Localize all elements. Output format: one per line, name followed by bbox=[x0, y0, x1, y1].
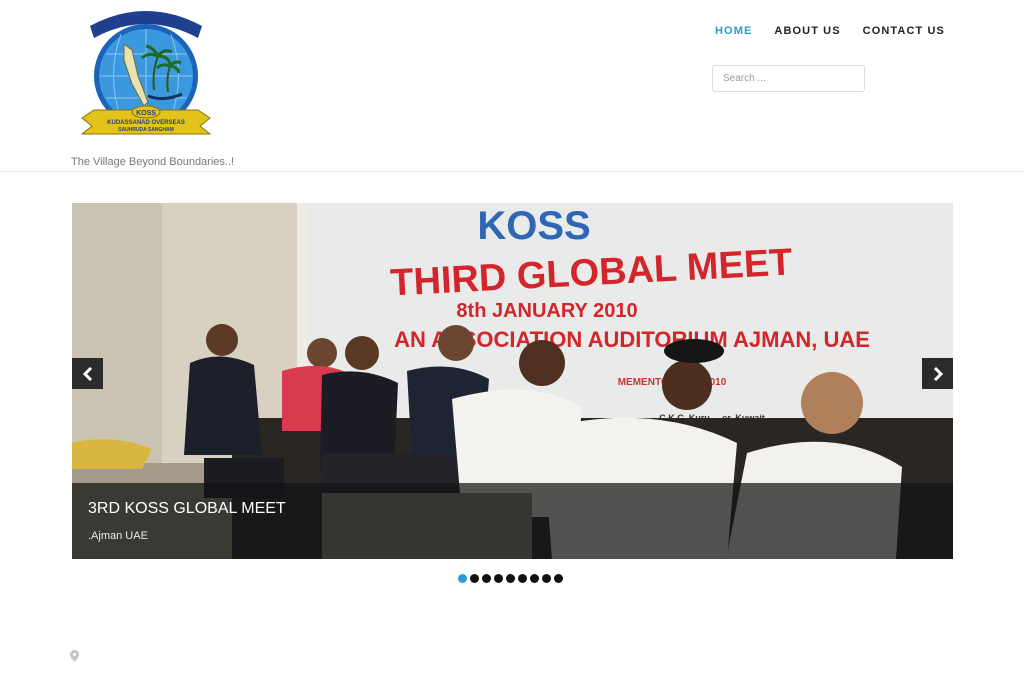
slide-caption: 3RD KOSS GLOBAL MEET .Ajman UAE bbox=[72, 483, 953, 559]
slider-dot[interactable] bbox=[542, 574, 551, 583]
slide-caption-title: 3RD KOSS GLOBAL MEET bbox=[88, 500, 286, 517]
slider-prev-button[interactable] bbox=[72, 358, 103, 389]
slider-pagination bbox=[458, 574, 563, 583]
banner-date-text: 8th JANUARY 2010 bbox=[456, 300, 637, 322]
site-header: KOSS KUDASSANAD OVERSEAS SAUHRUDA SANGHA… bbox=[0, 0, 1024, 172]
nav-about-link[interactable]: ABOUT US bbox=[774, 25, 840, 37]
image-slider: KOSS THIRD GLOBAL MEET 8th JANUARY 2010 … bbox=[72, 203, 953, 559]
svg-text:KUDASSANAD OVERSEAS: KUDASSANAD OVERSEAS bbox=[107, 120, 185, 126]
slider-dot[interactable] bbox=[554, 574, 563, 583]
search-input[interactable] bbox=[712, 65, 865, 92]
slider-dot[interactable] bbox=[458, 574, 467, 583]
site-tagline: The Village Beyond Boundaries..! bbox=[71, 156, 235, 168]
slider-dot[interactable] bbox=[518, 574, 527, 583]
slide-caption-subtitle: .Ajman UAE bbox=[88, 530, 148, 542]
svg-text:SAUHRUDA SANGHAM: SAUHRUDA SANGHAM bbox=[118, 127, 174, 133]
koss-logo[interactable]: KOSS KUDASSANAD OVERSEAS SAUHRUDA SANGHA… bbox=[76, 4, 216, 152]
slider-dot[interactable] bbox=[470, 574, 479, 583]
chevron-left-icon bbox=[82, 366, 92, 381]
nav-home-link[interactable]: HOME bbox=[715, 25, 752, 37]
slider-dot[interactable] bbox=[506, 574, 515, 583]
slider-dot[interactable] bbox=[494, 574, 503, 583]
nav-contact-link[interactable]: CONTACT US bbox=[863, 25, 945, 37]
chevron-right-icon bbox=[933, 366, 943, 381]
map-pin-icon bbox=[70, 650, 79, 662]
svg-text:KOSS: KOSS bbox=[136, 110, 156, 117]
main-nav: HOME ABOUT US CONTACT US bbox=[715, 25, 945, 37]
banner-brand-text: KOSS bbox=[477, 204, 590, 248]
slider-dot[interactable] bbox=[530, 574, 539, 583]
slider-dot[interactable] bbox=[482, 574, 491, 583]
slider-next-button[interactable] bbox=[922, 358, 953, 389]
